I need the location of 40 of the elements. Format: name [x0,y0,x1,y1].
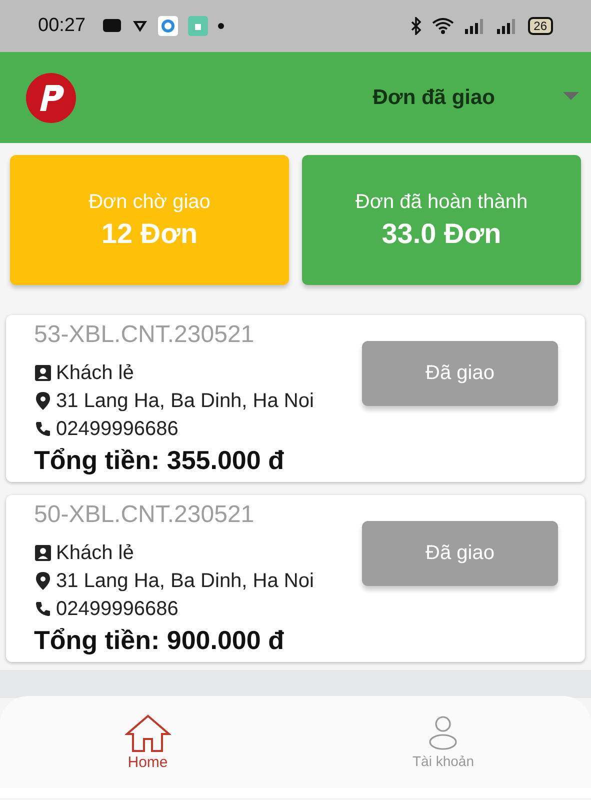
phone-number: 02499996686 [56,598,178,620]
signal-icon [464,18,486,34]
address: 31 Lang Ha, Ba Dinh, Ha Noi [56,390,314,412]
stat-value: 12 Đơn [101,218,198,250]
battery-level: 26 [528,17,553,35]
order-total: Tổng tiền: 900.000 đ [34,625,285,656]
stat-value: 33.0 Đơn [382,218,502,250]
order-total: Tổng tiền: 355.000 đ [34,445,285,476]
location-pin-icon [34,571,52,591]
contact-card-icon [34,544,52,562]
location-pin-icon [34,391,52,411]
status-time: 00:27 [38,15,86,37]
logo-icon [26,72,76,122]
ring-app-icon [158,16,178,36]
address: 31 Lang Ha, Ba Dinh, Ha Noi [56,570,314,592]
person-icon [428,715,458,751]
customer-name: Khách lẻ [56,542,134,564]
contact-card-icon [34,364,52,382]
phone-number: 02499996686 [56,418,178,440]
app-icon [188,16,208,36]
order-code: 53-XBL.CNT.230521 [34,321,256,349]
nav-tab[interactable]: Tài khoản [296,696,591,788]
stat-label: Đơn đã hoàn thành [355,190,528,214]
stat-label: Đơn chờ giao [88,190,210,214]
nav-tab[interactable]: Home [0,696,296,788]
order-card[interactable]: 50-XBL.CNT.230521 Khách lẻ 31 Lang Ha, Ba Dinh, Ha Noi 02499996686 Tổng tiền: 900.000 đ Đã giao [6,495,585,662]
caret-icon[interactable] [563,92,579,100]
house-icon [124,714,171,752]
status-button[interactable]: Đã giao [362,521,558,586]
phone-icon [34,600,52,618]
filter-dropdown-value[interactable]: Đơn đã giao [372,86,495,110]
customer-name: Khách lẻ [56,362,134,384]
order-card[interactable]: 53-XBL.CNT.230521 Khách lẻ 31 Lang Ha, Ba Dinh, Ha Noi 02499996686 Tổng tiền: 355.000 đ Đã giao [6,315,585,482]
signal-icon [496,18,518,34]
wifi-icon [432,18,454,34]
dot-icon [218,23,224,29]
status-button[interactable]: Đã giao [362,341,558,406]
bluetooth-icon [410,17,422,35]
phone-icon [34,420,52,438]
order-code: 50-XBL.CNT.230521 [34,501,256,529]
